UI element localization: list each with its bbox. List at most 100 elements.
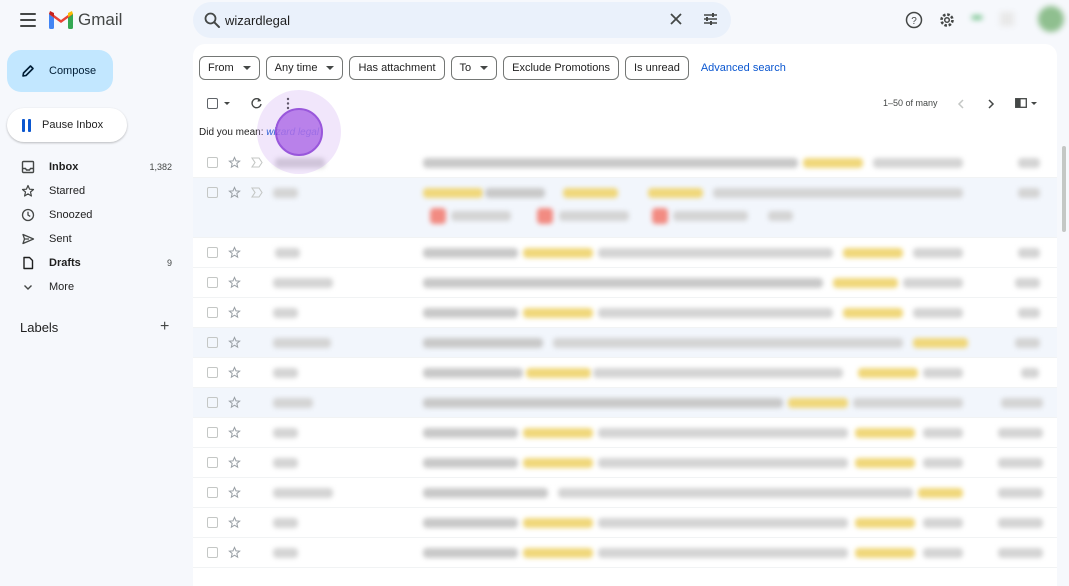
split-pane-toggle[interactable] xyxy=(1015,98,1037,108)
row-checkbox[interactable] xyxy=(207,517,218,528)
clear-search-icon[interactable] xyxy=(669,12,683,26)
email-row[interactable] xyxy=(193,238,1057,268)
star-icon[interactable] xyxy=(228,486,241,499)
search-icon[interactable] xyxy=(203,11,221,29)
row-checkbox[interactable] xyxy=(207,157,218,168)
email-snippet xyxy=(593,368,843,378)
search-options-icon[interactable] xyxy=(703,12,718,26)
pencil-icon xyxy=(22,65,34,77)
star-icon[interactable] xyxy=(228,366,241,379)
sidebar-item-sent[interactable]: Sent xyxy=(0,227,190,251)
attachment-icon[interactable] xyxy=(652,208,668,224)
email-row[interactable] xyxy=(193,148,1057,178)
star-icon[interactable] xyxy=(228,426,241,439)
email-subject xyxy=(523,548,593,558)
email-snippet xyxy=(913,248,963,258)
star-icon[interactable] xyxy=(228,306,241,319)
star-icon[interactable] xyxy=(228,276,241,289)
did-you-mean-suggestion[interactable]: wizard legal xyxy=(266,127,319,138)
did-you-mean: Did you mean: wizard legal xyxy=(199,127,319,138)
row-checkbox[interactable] xyxy=(207,247,218,258)
sidebar-item-more[interactable]: More xyxy=(0,275,190,299)
sidebar-item-snoozed[interactable]: Snoozed xyxy=(0,203,190,227)
filter-chip-exclude-promotions[interactable]: Exclude Promotions xyxy=(503,56,619,80)
chevron-right-icon[interactable] xyxy=(986,98,996,110)
pause-icon xyxy=(22,118,31,132)
row-checkbox[interactable] xyxy=(207,337,218,348)
row-checkbox[interactable] xyxy=(207,457,218,468)
help-icon[interactable]: ? xyxy=(905,11,923,29)
important-marker-icon[interactable] xyxy=(251,157,263,168)
chevron-left-icon[interactable] xyxy=(956,98,966,110)
row-checkbox[interactable] xyxy=(207,367,218,378)
email-row[interactable] xyxy=(193,508,1057,538)
attachment-icon[interactable] xyxy=(537,208,553,224)
refresh-icon[interactable] xyxy=(250,97,263,110)
row-checkbox[interactable] xyxy=(207,397,218,408)
email-subject xyxy=(423,548,518,558)
star-icon[interactable] xyxy=(228,546,241,559)
filter-chip-from[interactable]: From xyxy=(199,56,260,80)
sidebar-item-drafts[interactable]: Drafts 9 xyxy=(0,251,190,275)
star-icon[interactable] xyxy=(228,516,241,529)
email-snippet xyxy=(913,338,968,348)
compose-button[interactable]: Compose xyxy=(7,50,113,92)
sender-name xyxy=(273,338,331,348)
email-row[interactable] xyxy=(193,388,1057,418)
advanced-search-link[interactable]: Advanced search xyxy=(701,62,786,74)
list-scrollbar[interactable] xyxy=(1062,146,1066,232)
main-menu-button[interactable] xyxy=(16,8,40,32)
star-icon[interactable] xyxy=(228,456,241,469)
pause-inbox-button[interactable]: Pause Inbox xyxy=(7,108,127,142)
sidebar-item-label: Drafts xyxy=(49,257,81,269)
email-row[interactable] xyxy=(193,538,1057,568)
email-snippet xyxy=(558,488,913,498)
important-marker-icon[interactable] xyxy=(251,187,263,198)
settings-gear-icon[interactable] xyxy=(938,11,956,29)
add-label-icon[interactable]: + xyxy=(160,319,169,335)
star-icon[interactable] xyxy=(228,396,241,409)
search-input[interactable] xyxy=(225,10,645,30)
row-checkbox[interactable] xyxy=(207,187,218,198)
sender-name xyxy=(273,458,298,468)
row-checkbox[interactable] xyxy=(207,307,218,318)
email-row[interactable] xyxy=(193,178,1057,238)
search-bar xyxy=(193,2,731,38)
filter-chip-has-attachment[interactable]: Has attachment xyxy=(349,56,445,80)
email-row[interactable] xyxy=(193,328,1057,358)
email-snippet xyxy=(843,248,903,258)
row-checkbox[interactable] xyxy=(207,277,218,288)
sidebar-item-starred[interactable]: Starred xyxy=(0,179,190,203)
apps-icon[interactable] xyxy=(970,8,1040,32)
filter-chip-is-unread[interactable]: Is unread xyxy=(624,56,689,80)
filter-chip-to[interactable]: To xyxy=(450,56,498,80)
email-row[interactable] xyxy=(193,418,1057,448)
select-all-checkbox[interactable] xyxy=(207,98,218,109)
star-icon[interactable] xyxy=(228,336,241,349)
filter-chip-any-time[interactable]: Any time xyxy=(265,56,344,80)
email-row[interactable] xyxy=(193,358,1057,388)
sidebar-item-inbox[interactable]: Inbox 1,382 xyxy=(0,155,190,179)
email-snippet xyxy=(598,308,833,318)
email-list xyxy=(193,148,1057,568)
row-checkbox[interactable] xyxy=(207,547,218,558)
email-snippet xyxy=(903,278,963,288)
email-row[interactable] xyxy=(193,448,1057,478)
email-row[interactable] xyxy=(193,478,1057,508)
row-checkbox[interactable] xyxy=(207,427,218,438)
star-icon[interactable] xyxy=(228,186,241,199)
email-row[interactable] xyxy=(193,268,1057,298)
select-dropdown-icon[interactable] xyxy=(224,102,230,105)
star-icon[interactable] xyxy=(228,246,241,259)
more-options-icon[interactable] xyxy=(286,97,290,110)
attachment-name xyxy=(673,211,748,221)
sender-name xyxy=(273,278,333,288)
attachment-icon[interactable] xyxy=(430,208,446,224)
gmail-logo[interactable]: Gmail xyxy=(49,10,122,30)
account-avatar[interactable] xyxy=(1038,6,1064,32)
email-date xyxy=(998,518,1043,528)
star-icon[interactable] xyxy=(228,156,241,169)
email-row[interactable] xyxy=(193,298,1057,328)
row-checkbox[interactable] xyxy=(207,487,218,498)
email-snippet xyxy=(923,548,963,558)
